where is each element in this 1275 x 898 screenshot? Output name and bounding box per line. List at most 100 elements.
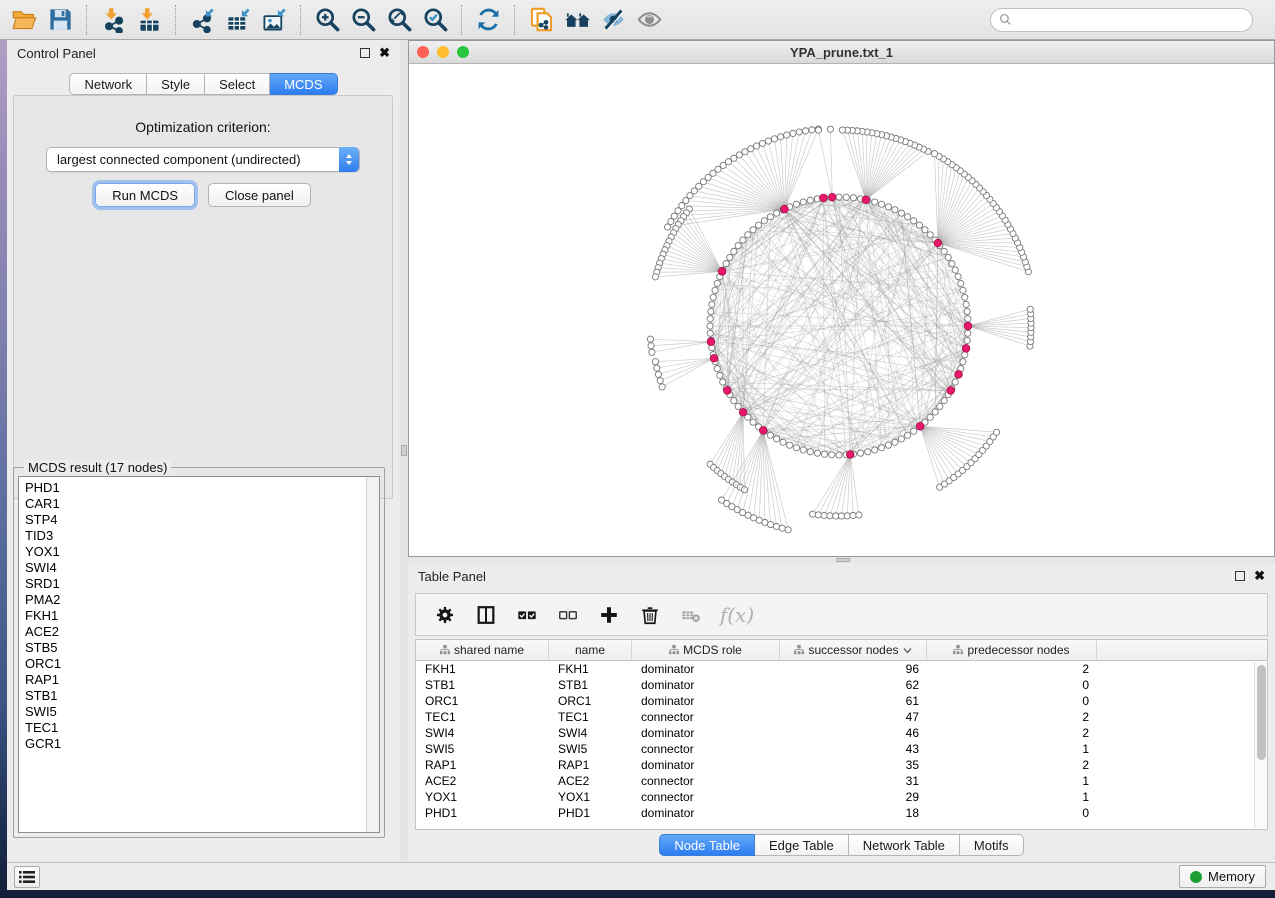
criterion-dropdown[interactable]: largest connected component (undirected) [46, 147, 360, 172]
delete-column-button[interactable] [637, 602, 663, 628]
table-row[interactable]: YOX1YOX1connector291 [416, 789, 1267, 805]
save-button[interactable] [42, 3, 78, 37]
column-header-MCDS-role[interactable]: MCDS role [632, 640, 780, 660]
splitter-grip[interactable] [836, 558, 850, 562]
shared-column-icon [953, 645, 963, 655]
cell-MCDS-role: dominator [632, 725, 780, 741]
table-row[interactable]: ORC1ORC1dominator610 [416, 693, 1267, 709]
zoom-fit-button[interactable] [381, 3, 417, 37]
search-box[interactable] [990, 8, 1253, 32]
network-canvas[interactable] [409, 64, 1274, 556]
mcds-result-item[interactable]: GCR1 [25, 736, 379, 752]
import-table-button[interactable] [131, 3, 167, 37]
splitter-grip[interactable] [401, 445, 407, 456]
memory-button[interactable]: Memory [1179, 865, 1266, 888]
table-row[interactable]: RAP1RAP1dominator352 [416, 757, 1267, 773]
table-row[interactable]: STB1STB1dominator620 [416, 677, 1267, 693]
mcds-result-item[interactable]: SWI4 [25, 560, 379, 576]
table-row[interactable]: SWI5SWI5connector431 [416, 741, 1267, 757]
deselect-all-button[interactable] [555, 602, 581, 628]
cell-name: SWI4 [549, 725, 632, 741]
close-panel-button[interactable]: Close panel [208, 183, 311, 207]
hide-selected-eye-button[interactable] [595, 3, 631, 37]
column-header-shared-name[interactable]: shared name [416, 640, 549, 660]
zoom-out-icon [350, 6, 377, 33]
clone-network-button[interactable] [523, 3, 559, 37]
export-image-button[interactable] [256, 3, 292, 37]
task-history-button[interactable] [14, 866, 40, 888]
run-mcds-button[interactable]: Run MCDS [95, 183, 195, 207]
table-tab-motifs[interactable]: Motifs [960, 834, 1024, 856]
close-panel-icon[interactable]: ✖ [379, 48, 390, 58]
tab-network[interactable]: Network [69, 73, 147, 95]
table-tab-network-table[interactable]: Network Table [849, 834, 960, 856]
delete-column-icon [639, 604, 661, 626]
cell-successor-nodes: 35 [780, 757, 927, 773]
settings-gear-button[interactable] [432, 602, 458, 628]
table-row[interactable]: FKH1FKH1dominator962 [416, 661, 1267, 677]
import-network-button[interactable] [95, 3, 131, 37]
table-row[interactable]: SWI4SWI4dominator462 [416, 725, 1267, 741]
table-tab-edge-table[interactable]: Edge Table [755, 834, 849, 856]
clone-network-icon [528, 6, 555, 33]
tab-style[interactable]: Style [147, 73, 205, 95]
zoom-selected-button[interactable] [417, 3, 453, 37]
mcds-result-item[interactable]: FKH1 [25, 608, 379, 624]
tab-mcds[interactable]: MCDS [270, 73, 337, 95]
table-tab-node-table[interactable]: Node Table [659, 834, 755, 856]
mcds-result-item[interactable]: RAP1 [25, 672, 379, 688]
mcds-result-item[interactable]: CAR1 [25, 496, 379, 512]
open-button[interactable] [6, 3, 42, 37]
split-view-button[interactable] [473, 602, 499, 628]
column-header-predecessor-nodes[interactable]: predecessor nodes [927, 640, 1097, 660]
tab-select[interactable]: Select [205, 73, 270, 95]
export-table-icon [225, 6, 252, 33]
result-list-scrollbar[interactable] [366, 477, 379, 832]
mcds-result-item[interactable]: STP4 [25, 512, 379, 528]
mcds-result-item[interactable]: ORC1 [25, 656, 379, 672]
list-icon [19, 870, 35, 884]
scrollbar-thumb[interactable] [1257, 665, 1266, 760]
export-table-button[interactable] [220, 3, 256, 37]
mcds-result-item[interactable]: TID3 [25, 528, 379, 544]
mcds-result-item[interactable]: PMA2 [25, 592, 379, 608]
zoom-out-button[interactable] [345, 3, 381, 37]
mcds-result-item[interactable]: STB5 [25, 640, 379, 656]
mcds-result-item[interactable]: SWI5 [25, 704, 379, 720]
memory-label: Memory [1208, 869, 1255, 884]
refresh-icon [475, 6, 502, 33]
refresh-button[interactable] [470, 3, 506, 37]
network-window-titlebar[interactable]: YPA_prune.txt_1 [409, 41, 1274, 64]
cell-successor-nodes: 62 [780, 677, 927, 693]
mcds-result-list[interactable]: PHD1CAR1STP4TID3YOX1SWI4SRD1PMA2FKH1ACE2… [18, 476, 380, 833]
add-column-button[interactable] [596, 602, 622, 628]
mcds-result-item[interactable]: SRD1 [25, 576, 379, 592]
column-header-name[interactable]: name [549, 640, 632, 660]
search-input[interactable] [1017, 12, 1244, 27]
vertical-splitter[interactable] [400, 40, 408, 862]
cell-predecessor-nodes: 1 [927, 789, 1097, 805]
column-label: shared name [454, 643, 524, 657]
table-scrollbar[interactable] [1254, 662, 1267, 828]
network-window-title: YPA_prune.txt_1 [409, 45, 1274, 60]
column-header-successor-nodes[interactable]: successor nodes [780, 640, 927, 660]
zoom-in-button[interactable] [309, 3, 345, 37]
houses-button[interactable] [559, 3, 595, 37]
table-row[interactable]: ACE2ACE2connector311 [416, 773, 1267, 789]
table-row[interactable]: PHD1PHD1dominator180 [416, 805, 1267, 821]
mcds-result-item[interactable]: ACE2 [25, 624, 379, 640]
toolbar-separator [461, 5, 462, 35]
export-network-button[interactable] [184, 3, 220, 37]
table-row[interactable]: TEC1TEC1connector472 [416, 709, 1267, 725]
cell-MCDS-role: dominator [632, 661, 780, 677]
cell-name: RAP1 [549, 757, 632, 773]
mcds-result-item[interactable]: YOX1 [25, 544, 379, 560]
float-panel-icon[interactable] [1235, 571, 1245, 581]
mcds-result-item[interactable]: STB1 [25, 688, 379, 704]
float-panel-icon[interactable] [360, 48, 370, 58]
close-panel-icon[interactable]: ✖ [1254, 571, 1265, 581]
mcds-result-item[interactable]: PHD1 [25, 480, 379, 496]
select-all-button[interactable] [514, 602, 540, 628]
mcds-result-item[interactable]: TEC1 [25, 720, 379, 736]
show-all-eye-button[interactable] [631, 3, 667, 37]
